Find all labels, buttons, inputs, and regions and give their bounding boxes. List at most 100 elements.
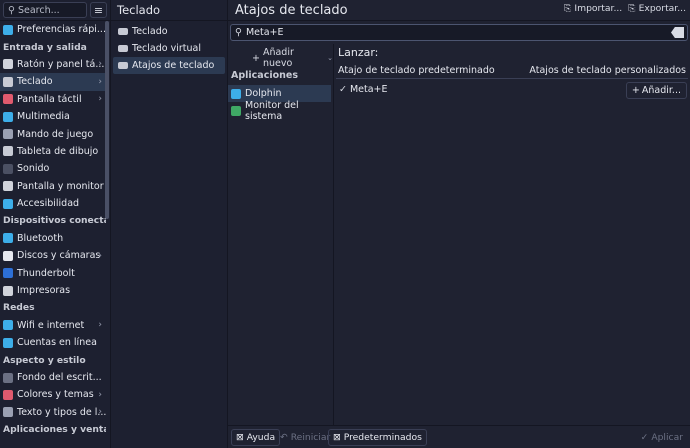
shortcut-row: ✓ Meta+E + Añadir... (336, 82, 688, 99)
sidebar-item[interactable]: Thunderbolt (0, 264, 106, 281)
chevron-down-icon: ⌄ (327, 54, 333, 62)
sound-icon (3, 163, 13, 174)
subpanel-item[interactable]: Teclado (113, 23, 225, 40)
chevron-right-icon: › (98, 320, 102, 331)
export-button[interactable]: ⎘ Exportar... (628, 3, 686, 14)
help-button[interactable]: ⊠ Ayuda (231, 429, 281, 446)
add-new-button[interactable]: + Añadir nuevo ⌄ (252, 47, 333, 69)
folder-icon (231, 88, 241, 99)
sidebar-item-label: Accesibilidad (17, 198, 80, 210)
sidebar-item-label: Texto y tipos de l... (17, 406, 106, 418)
virtual-keyboard-icon (118, 45, 128, 52)
sidebar-item[interactable]: Fondo del escrit... (0, 369, 106, 386)
sidebar-item[interactable]: Colores y temas › (0, 386, 106, 403)
sidebar-item-label: Bluetooth (17, 232, 64, 244)
search-icon: ⚲ (235, 27, 242, 38)
applications-list: Dolphin Monitor del sistema (228, 85, 331, 122)
sidebar-item[interactable]: Impresoras (0, 282, 106, 299)
main-header: Atajos de teclado ⎘ Importar... ⎘ Export… (228, 0, 690, 21)
import-label: Importar... (574, 3, 623, 14)
check-icon: ✓ (339, 84, 347, 95)
sidebar-search-input[interactable]: ⚲ Search... (3, 2, 87, 18)
sidebar-item-label: Pantalla y monitor (17, 180, 104, 192)
monitor-icon (3, 181, 13, 192)
sidebar-item-label: Wifi e internet (17, 319, 85, 331)
sidebar-item-label: Pantalla táctil (17, 93, 82, 105)
sidebar-item[interactable]: Ratón y panel tá... › (0, 56, 106, 73)
tablet-icon (3, 146, 13, 157)
touchscreen-icon (3, 94, 13, 105)
application-item-label: Monitor del sistema (245, 99, 299, 122)
chevron-right-icon: › (98, 250, 102, 261)
gamepad-icon (3, 129, 13, 140)
filter-value: Meta+E (245, 27, 284, 38)
sidebar-item[interactable]: Pantalla táctil › (0, 91, 106, 108)
default-shortcut-value: Meta+E (349, 84, 388, 95)
bluetooth-icon (3, 233, 13, 244)
applications-heading: Aplicaciones (231, 70, 298, 81)
colors-icon (3, 389, 13, 400)
wifi-icon (3, 320, 13, 331)
system-monitor-icon (231, 105, 241, 116)
sidebar-item[interactable]: Accesibilidad (0, 195, 106, 212)
sidebar-item[interactable]: Discos y cámaras › (0, 247, 106, 264)
plus-icon: + (631, 85, 640, 96)
shortcut-columns-header: Atajo de teclado predeterminado Atajos d… (336, 64, 688, 79)
sidebar-section-heading: Aplicaciones y venta... (3, 424, 106, 436)
import-button[interactable]: ⎘ Importar... (564, 3, 622, 14)
defaults-button[interactable]: ⊠ Predeterminados (328, 429, 427, 446)
clear-icon[interactable] (671, 27, 684, 38)
add-custom-shortcut-button[interactable]: + Añadir... (625, 82, 687, 99)
sidebar-item[interactable]: Tableta de dibujo (0, 143, 106, 160)
sidebar-item-label: Thunderbolt (17, 267, 75, 279)
sidebar-item[interactable]: Bluetooth (0, 230, 106, 247)
sidebar-item[interactable]: Multimedia (0, 108, 106, 125)
sidebar-item[interactable]: Mando de juego (0, 125, 106, 142)
chevron-right-icon: › (98, 94, 102, 105)
search-placeholder: Search... (17, 4, 60, 16)
sidebar-item-label: Impresoras (17, 285, 71, 297)
application-item[interactable]: Monitor del sistema (228, 99, 331, 122)
reset-button[interactable]: ↶ Reiniciar (275, 429, 335, 446)
sidebar-item[interactable]: Preferencias rápi... (0, 21, 106, 38)
subpanel: Teclado Teclado Teclado virtual Atajos de … (111, 0, 228, 448)
shortcut-search-input[interactable]: ⚲ Meta+E (230, 24, 688, 41)
sidebar-item[interactable]: Wifi e internet › (0, 317, 106, 334)
sidebar-item-label: Tableta de dibujo (17, 145, 99, 157)
mouse-icon (3, 59, 13, 70)
page-title: Atajos de teclado (235, 2, 348, 18)
sidebar-item-label: Mando de juego (17, 128, 94, 140)
footer-bar: ⊠ Ayuda ↶ Reiniciar ⊠ Predeterminados ✓ … (228, 425, 690, 448)
export-label: Exportar... (638, 3, 686, 14)
plus-icon: + (252, 52, 260, 64)
subpanel-item[interactable]: Atajos de teclado (113, 57, 225, 74)
search-icon: ⚲ (8, 4, 15, 16)
application-item-label: Dolphin (245, 88, 282, 99)
sidebar-item-label: Discos y cámaras (17, 250, 101, 262)
sidebar-section-heading: Redes (3, 302, 35, 314)
subpanel-item[interactable]: Teclado virtual (113, 40, 225, 57)
sidebar-item-label: Sonido (17, 163, 50, 175)
add-custom-label: Añadir... (641, 85, 681, 96)
sidebar-item[interactable]: Texto y tipos de l... › (0, 404, 106, 421)
chevron-right-icon: › (98, 389, 102, 400)
accounts-icon (3, 337, 13, 348)
help-icon: ⊠ (236, 432, 244, 443)
sidebar-item-label: Preferencias rápi... (17, 24, 106, 36)
sidebar-item[interactable]: Cuentas en línea (0, 334, 106, 351)
sidebar-item[interactable]: Teclado › (0, 73, 106, 91)
sidebar-item[interactable]: Pantalla y monitor (0, 178, 106, 195)
import-icon: ⎘ (564, 3, 572, 14)
add-new-label: Añadir nuevo (262, 47, 294, 69)
wallpaper-icon (3, 372, 13, 383)
sidebar-item-label: Multimedia (17, 111, 70, 123)
hamburger-menu-icon[interactable]: ≡ (90, 2, 107, 18)
sidebar-scrollbar[interactable] (105, 21, 109, 219)
sidebar-item[interactable]: Sonido (0, 160, 106, 177)
default-shortcut-toggle[interactable]: ✓ Meta+E (339, 84, 388, 95)
action-label: Lanzar: (338, 46, 379, 59)
reset-icon: ↶ (280, 432, 288, 443)
apply-button[interactable]: ✓ Aplicar (636, 429, 688, 446)
chevron-right-icon: › (98, 407, 102, 418)
help-label: Ayuda (246, 432, 276, 443)
